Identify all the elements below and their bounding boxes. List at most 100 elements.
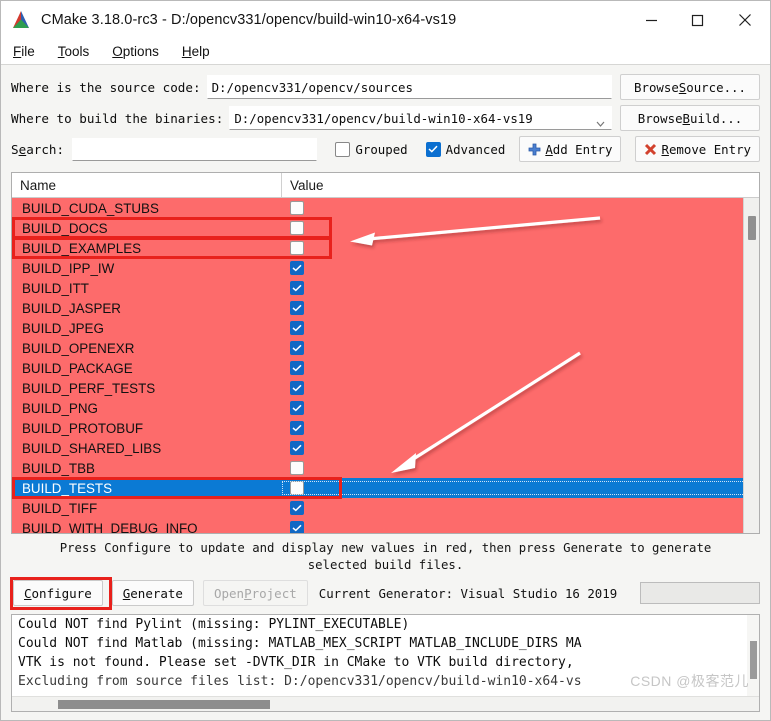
table-row[interactable]: BUILD_PNG — [12, 398, 759, 418]
table-cell-value[interactable] — [282, 281, 759, 295]
configure-hint: Press Configure to update and display ne… — [1, 534, 770, 575]
table-cell-name: BUILD_SHARED_LIBS — [22, 440, 162, 456]
table-cell-value[interactable] — [282, 261, 759, 275]
menu-item-options[interactable]: Options — [110, 43, 161, 60]
table-cell-name: BUILD_DOCS — [22, 220, 108, 236]
value-checkbox[interactable] — [290, 221, 304, 235]
build-path-input[interactable]: D:/opencv331/opencv/build-win10-x64-vs19 — [229, 106, 612, 130]
table-cell-value[interactable] — [282, 241, 759, 255]
value-checkbox[interactable] — [290, 501, 304, 515]
configure-button[interactable]: Configure — [13, 580, 103, 607]
table-row[interactable]: BUILD_TIFF — [12, 498, 759, 518]
menu-item-help[interactable]: Help — [180, 43, 212, 60]
table-cell-value[interactable] — [282, 221, 759, 235]
plus-icon — [528, 143, 541, 156]
table-cell-value[interactable] — [282, 521, 759, 533]
table-cell-value[interactable] — [282, 201, 759, 215]
source-label: Where is the source code: — [11, 79, 201, 95]
value-checkbox[interactable] — [290, 521, 304, 533]
menu-item-tools[interactable]: Tools — [56, 43, 92, 60]
table-cell-value[interactable] — [282, 461, 759, 475]
value-checkbox[interactable] — [290, 241, 304, 255]
table-cell-value[interactable] — [282, 501, 759, 515]
table-row[interactable]: BUILD_JASPER — [12, 298, 759, 318]
table-vertical-scrollbar[interactable] — [743, 198, 759, 533]
value-checkbox[interactable] — [290, 341, 304, 355]
log-line: Could NOT find Pylint (missing: PYLINT_E… — [18, 617, 410, 633]
table-row[interactable]: BUILD_PERF_TESTS — [12, 378, 759, 398]
value-checkbox[interactable] — [290, 381, 304, 395]
browse-build-button[interactable]: Browse Build... — [620, 105, 760, 131]
value-checkbox[interactable] — [290, 281, 304, 295]
table-row[interactable]: BUILD_JPEG — [12, 318, 759, 338]
table-cell-name: BUILD_JPEG — [22, 320, 104, 336]
table-cell-value[interactable] — [282, 341, 759, 355]
browse-source-post: ource... — [686, 79, 746, 95]
table-cell-name: BUILD_ITT — [22, 280, 89, 296]
value-checkbox[interactable] — [290, 461, 304, 475]
table-cell-value[interactable] — [282, 321, 759, 335]
table-cell-name: BUILD_EXAMPLES — [22, 240, 142, 256]
cmake-gui-window: CMake 3.18.0-rc3 - D:/opencv331/opencv/b… — [0, 0, 771, 721]
table-row[interactable]: BUILD_CUDA_STUBS — [12, 198, 759, 218]
log-horizontal-scrollbar[interactable] — [12, 696, 759, 711]
menu-options-label: ptions — [122, 44, 159, 59]
table-row[interactable]: BUILD_DOCS — [12, 218, 759, 238]
value-checkbox[interactable] — [290, 401, 304, 415]
search-label-pre: S — [11, 141, 19, 157]
close-icon[interactable] — [720, 1, 770, 39]
menu-options-mnemonic: O — [112, 44, 123, 59]
search-input[interactable] — [72, 137, 318, 161]
chevron-down-icon[interactable] — [596, 114, 605, 127]
value-checkbox[interactable] — [290, 361, 304, 375]
remove-entry-button[interactable]: Remove Entry — [635, 136, 760, 162]
table-cell-value[interactable] — [282, 401, 759, 415]
table-row[interactable]: BUILD_OPENEXR — [12, 338, 759, 358]
menu-item-file[interactable]: File — [11, 43, 37, 60]
log-line: Could NOT find Matlab (missing: MATLAB_M… — [18, 636, 582, 652]
build-label: Where to build the binaries: — [11, 110, 224, 126]
table-cell-value[interactable] — [282, 301, 759, 315]
table-row[interactable]: BUILD_ITT — [12, 278, 759, 298]
window-controls — [628, 1, 770, 39]
table-cell-value[interactable] — [282, 361, 759, 375]
table-scroll-thumb[interactable] — [748, 216, 756, 240]
value-checkbox[interactable] — [290, 301, 304, 315]
table-row[interactable]: BUILD_SHARED_LIBS — [12, 438, 759, 458]
value-checkbox[interactable] — [290, 321, 304, 335]
table-cell-value[interactable] — [282, 441, 759, 455]
column-header-value[interactable]: Value — [282, 173, 759, 197]
table-cell-value[interactable] — [282, 421, 759, 435]
cmake-logo-icon — [10, 10, 32, 30]
log-hscroll-thumb[interactable] — [58, 700, 270, 709]
grouped-checkbox-wrap[interactable]: Grouped — [335, 141, 408, 157]
value-checkbox[interactable] — [290, 201, 304, 215]
browse-source-button[interactable]: Browse Source... — [620, 74, 760, 100]
table-row[interactable]: BUILD_PACKAGE — [12, 358, 759, 378]
minimize-icon[interactable] — [628, 1, 674, 39]
advanced-checkbox-wrap[interactable]: Advanced — [425, 141, 505, 157]
table-row[interactable]: BUILD_IPP_IW — [12, 258, 759, 278]
table-row[interactable]: BUILD_TESTS — [12, 478, 759, 498]
table-cell-value[interactable] — [282, 381, 759, 395]
table-row[interactable]: BUILD_EXAMPLES — [12, 238, 759, 258]
column-header-name[interactable]: Name — [12, 173, 282, 197]
output-log: Could NOT find Pylint (missing: PYLINT_E… — [11, 614, 760, 712]
add-entry-button[interactable]: Add Entry — [519, 136, 622, 162]
table-row[interactable]: BUILD_TBB — [12, 458, 759, 478]
advanced-checkbox[interactable] — [425, 141, 441, 157]
value-checkbox[interactable] — [290, 421, 304, 435]
table-cell-value[interactable] — [282, 481, 759, 495]
source-field-wrap: D:/opencv331/opencv/sources — [206, 75, 612, 99]
log-vscroll-thumb[interactable] — [750, 641, 757, 680]
generate-button[interactable]: Generate — [111, 580, 194, 607]
table-row[interactable]: BUILD_WITH_DEBUG_INFO — [12, 518, 759, 533]
browse-source-mnemonic: S — [678, 79, 687, 95]
source-path-input[interactable]: D:/opencv331/opencv/sources — [206, 75, 612, 99]
maximize-icon[interactable] — [674, 1, 720, 39]
value-checkbox[interactable] — [290, 441, 304, 455]
value-checkbox[interactable] — [290, 261, 304, 275]
table-row[interactable]: BUILD_PROTOBUF — [12, 418, 759, 438]
path-form: Where is the source code: D:/opencv331/o… — [1, 65, 770, 167]
grouped-checkbox[interactable] — [335, 141, 351, 157]
